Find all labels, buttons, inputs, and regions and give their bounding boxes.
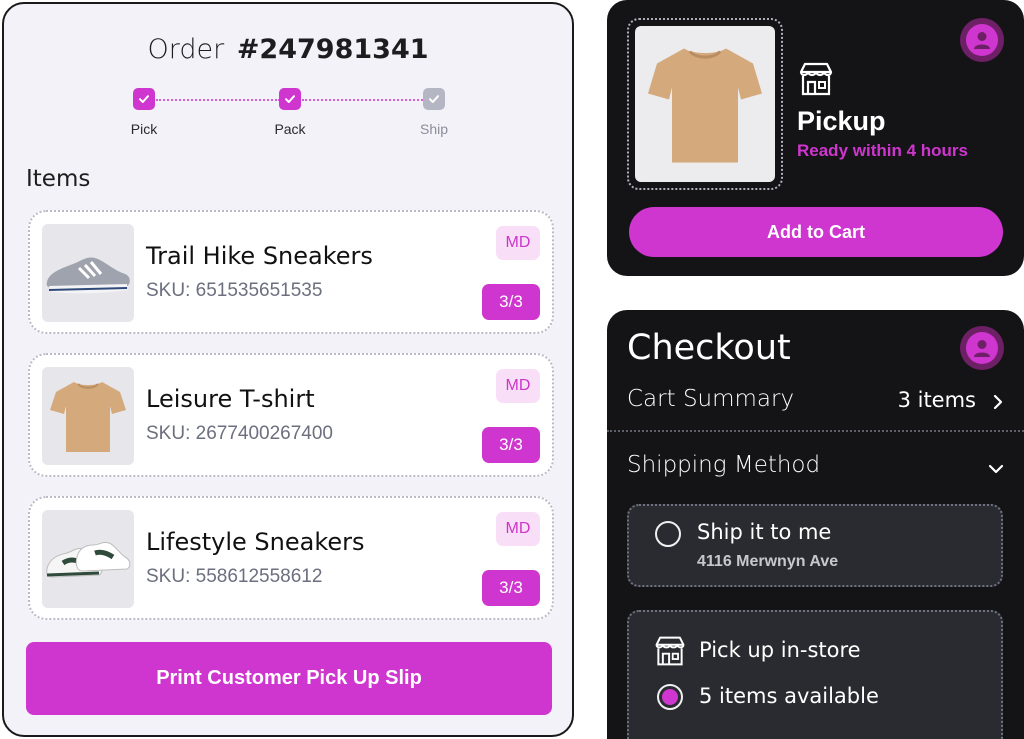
step-pack: Pack <box>250 88 330 137</box>
step-label: Ship <box>419 121 449 137</box>
checkout-title: Checkout <box>627 328 791 368</box>
store-icon <box>653 634 687 673</box>
cart-item-count: 3 items <box>897 388 976 412</box>
user-avatar-icon[interactable] <box>960 18 1004 62</box>
quantity-badge: 3/3 <box>482 570 540 606</box>
product-photo-frame <box>627 18 783 190</box>
item-sku: SKU: 651535651535 <box>146 280 323 301</box>
store-radio-button[interactable] <box>657 684 683 710</box>
cart-summary-label[interactable]: Cart Summary <box>627 386 794 412</box>
step-label: Pack <box>274 121 306 137</box>
order-item-card[interactable]: Lifestyle Sneakers SKU: 558612558612 MD … <box>28 496 554 620</box>
product-image-sneaker <box>42 224 134 322</box>
product-image-tshirt <box>635 26 775 182</box>
item-name: Trail Hike Sneakers <box>146 242 373 270</box>
order-progress-stepper: Pick Pack Ship <box>4 88 576 148</box>
size-badge: MD <box>496 226 540 260</box>
item-sku: SKU: 2677400267400 <box>146 423 333 444</box>
radio-selected-dot <box>662 689 678 705</box>
items-heading: Items <box>26 166 91 192</box>
order-label: Order <box>147 34 225 65</box>
pickup-title: Pickup <box>797 106 886 136</box>
section-divider <box>607 430 1024 432</box>
ship-radio-button[interactable] <box>655 521 681 547</box>
store-icon <box>797 60 835 103</box>
check-icon <box>133 88 155 110</box>
step-ship: Ship <box>394 88 474 137</box>
print-pickup-slip-button[interactable]: Print Customer Pick Up Slip <box>26 642 552 715</box>
step-label: Pick <box>130 121 158 137</box>
chevron-right-icon[interactable] <box>992 394 1004 415</box>
chevron-down-icon[interactable] <box>988 462 1004 480</box>
store-availability: 5 items available <box>699 684 879 708</box>
pickup-ready-time: Ready within 4 hours <box>797 141 968 160</box>
step-pick: Pick <box>104 88 184 137</box>
order-title: Order #247981341 <box>4 34 572 65</box>
check-icon <box>423 88 445 110</box>
item-name: Lifestyle Sneakers <box>146 528 365 556</box>
order-item-card[interactable]: Leisure T-shirt SKU: 2677400267400 MD 3/… <box>28 353 554 477</box>
size-badge: MD <box>496 369 540 403</box>
shipping-method-label[interactable]: Shipping Method <box>627 452 820 478</box>
item-name: Leisure T-shirt <box>146 385 315 413</box>
ship-to-me-option[interactable]: Ship it to me 4116 Merwnyn Ave <box>627 504 1003 587</box>
order-item-card[interactable]: Trail Hike Sneakers SKU: 651535651535 MD… <box>28 210 554 334</box>
pickup-in-store-option[interactable]: Pick up in-store 5 items available <box>627 610 1003 739</box>
product-image-sneakers <box>42 510 134 608</box>
quantity-badge: 3/3 <box>482 284 540 320</box>
ship-address: 4116 Merwnyn Ave <box>697 553 839 570</box>
ship-option-title: Ship it to me <box>697 520 832 544</box>
item-sku: SKU: 558612558612 <box>146 566 323 587</box>
user-avatar-icon[interactable] <box>960 326 1004 370</box>
store-option-title: Pick up in-store <box>699 638 861 662</box>
checkout-card: Checkout Cart Summary 3 items Shipping M… <box>607 310 1024 739</box>
order-number: #247981341 <box>236 34 429 65</box>
pickup-card: Pickup Ready within 4 hours Add to Cart <box>607 0 1024 276</box>
size-badge: MD <box>496 512 540 546</box>
quantity-badge: 3/3 <box>482 427 540 463</box>
order-card: Order #247981341 Pick Pack Ship Items Tr… <box>2 2 574 737</box>
check-icon <box>279 88 301 110</box>
product-image-tshirt <box>42 367 134 465</box>
add-to-cart-button[interactable]: Add to Cart <box>629 207 1003 257</box>
